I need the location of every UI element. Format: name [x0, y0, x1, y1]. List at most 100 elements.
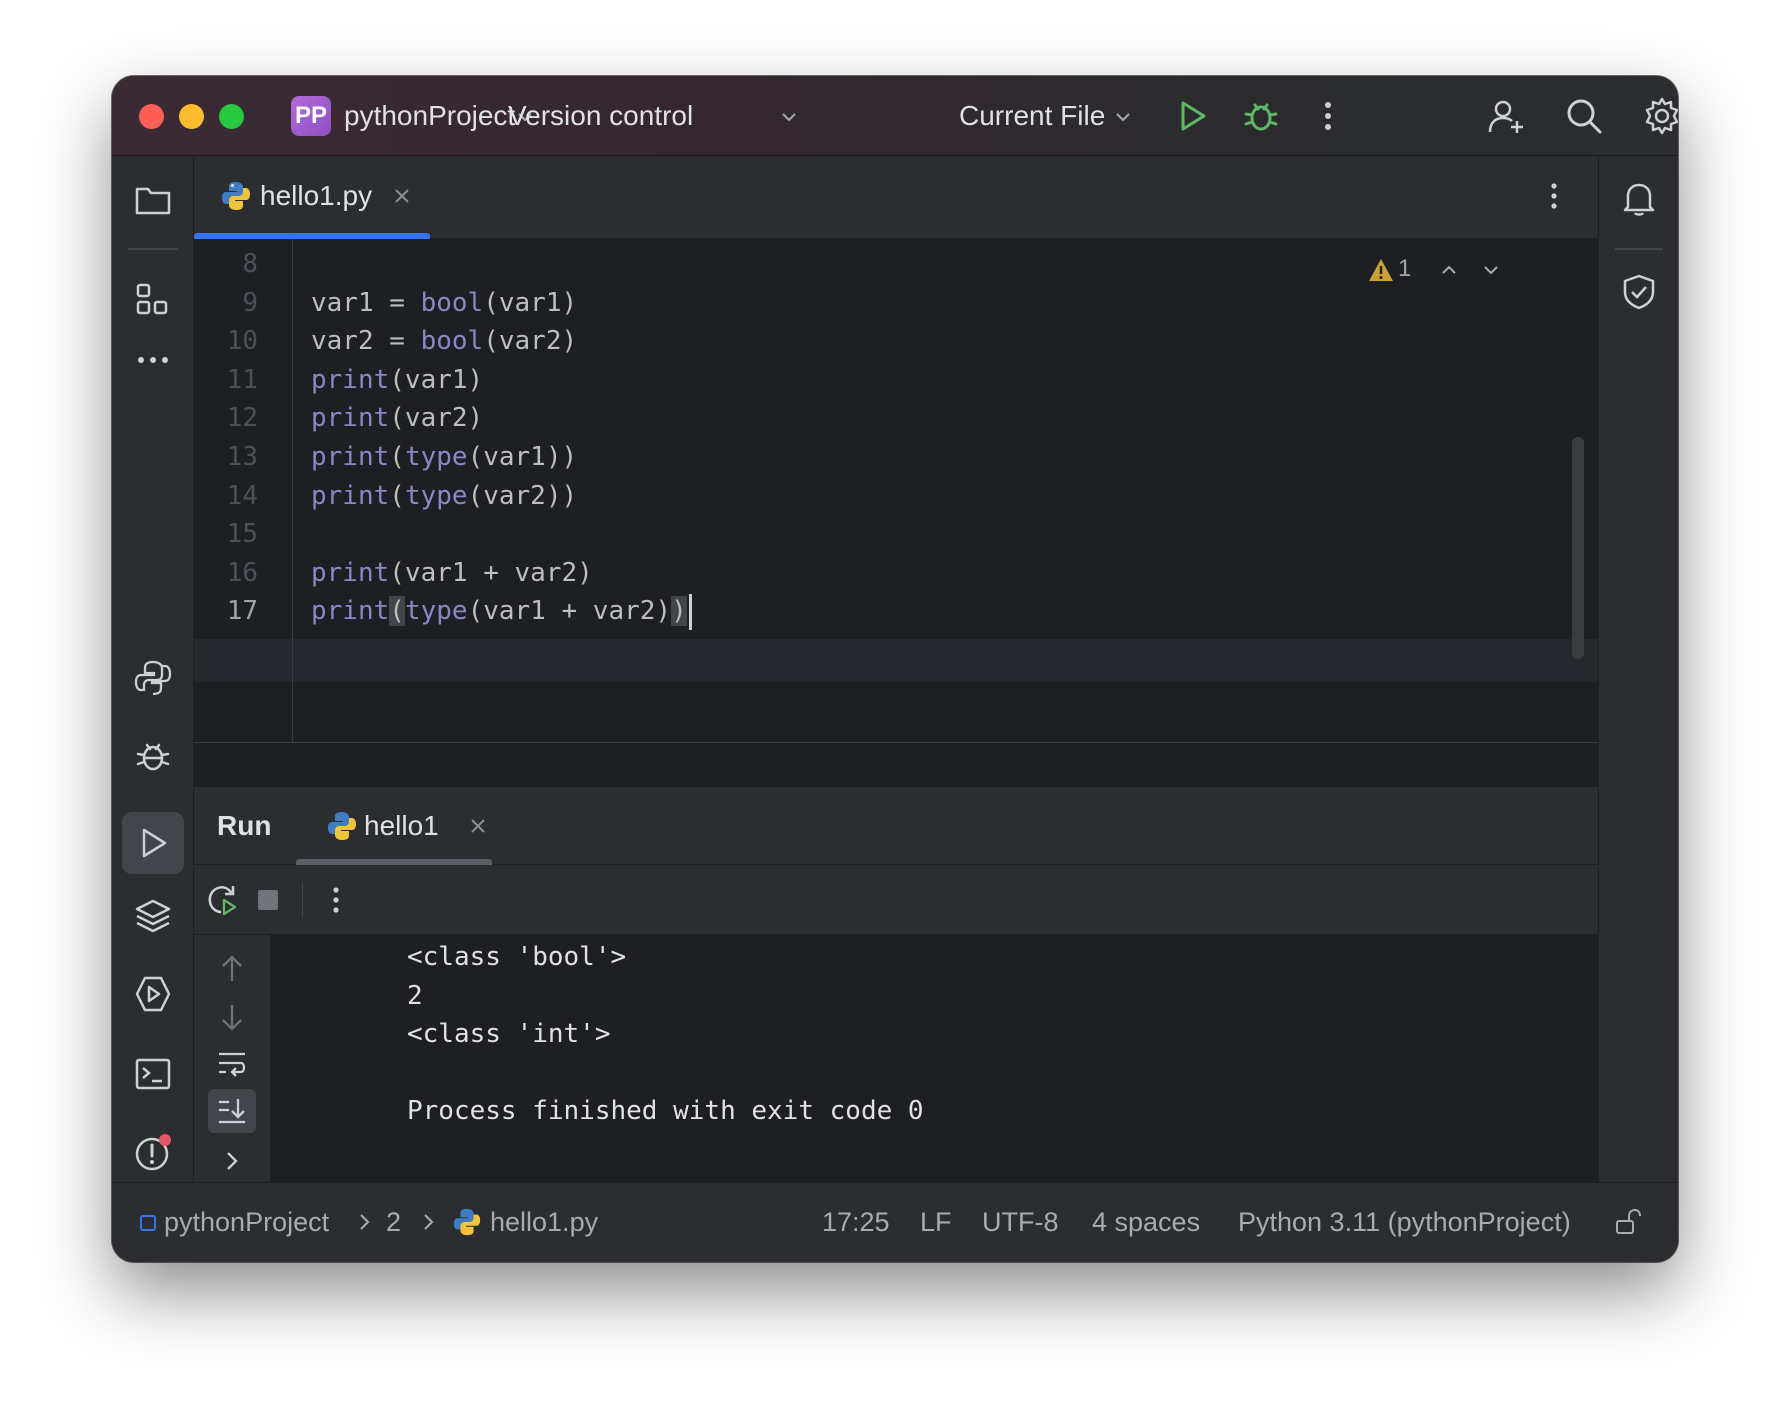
layers-icon[interactable] — [133, 896, 173, 936]
strip-separator — [1615, 248, 1663, 250]
ide-window: PP pythonProject Version control Current… — [112, 76, 1678, 1262]
run-tool-icon[interactable] — [133, 823, 173, 863]
python-interpreter[interactable]: Python 3.11 (pythonProject) — [1238, 1204, 1571, 1240]
keyword-token: bool — [420, 326, 484, 357]
run-tab-label: hello1 — [364, 810, 439, 841]
code-line[interactable]: 15 — [194, 512, 1598, 556]
project-folder-icon[interactable] — [133, 180, 173, 220]
unlock-icon[interactable] — [1612, 1207, 1642, 1237]
code-text: var2 = bool(var2) — [311, 319, 577, 363]
code-line[interactable]: 17 print(type(var1 + var2)) — [194, 589, 1598, 633]
editor-scrollbar[interactable] — [1572, 437, 1584, 659]
services-icon[interactable] — [133, 974, 173, 1014]
close-icon[interactable] — [466, 814, 490, 838]
chevron-down-icon[interactable] — [778, 106, 800, 128]
chevron-right-icon[interactable] — [214, 1143, 250, 1179]
breadcrumb-project[interactable]: pythonProject — [164, 1204, 329, 1240]
code-line[interactable]: 12 print(var2) — [194, 396, 1598, 440]
run-config-dropdown[interactable]: Current File — [959, 98, 1105, 134]
project-badge[interactable]: PP — [291, 96, 331, 136]
add-user-icon[interactable] — [1486, 96, 1526, 136]
zoom-window-button[interactable] — [219, 104, 244, 129]
code-line[interactable]: 10 var2 = bool(var2) — [194, 319, 1598, 363]
chevron-right-icon — [360, 1214, 370, 1230]
code-line[interactable]: 13 print(type(var1)) — [194, 435, 1598, 479]
code-line[interactable]: 11 print(var1) — [194, 358, 1598, 402]
editor-tab-bar: hello1.py — [194, 156, 1598, 239]
more-tools-icon[interactable] — [133, 340, 173, 380]
scroll-to-end-icon[interactable] — [214, 1093, 250, 1129]
indent-setting[interactable]: 4 spaces — [1092, 1204, 1200, 1240]
close-icon[interactable] — [390, 184, 414, 208]
more-options-icon[interactable] — [1308, 96, 1348, 136]
status-bar: pythonProject 2 hello1.py 17:25 LF UTF-8… — [112, 1182, 1678, 1262]
run-tab-hello1[interactable]: hello1 — [194, 787, 504, 865]
python-file-icon — [328, 812, 356, 840]
console-line: <class 'int'> — [407, 1019, 611, 1050]
editor-tab-hello1[interactable]: hello1.py — [194, 156, 430, 239]
security-shield-icon[interactable] — [1619, 272, 1659, 312]
project-name-dropdown[interactable]: pythonProject — [344, 98, 515, 134]
code-text: print(type(var1 + var2)) — [311, 589, 692, 633]
debug-icon[interactable] — [133, 736, 173, 776]
code-token: (var1)) — [467, 442, 578, 472]
code-token: (var1 + var2) — [467, 596, 672, 627]
debug-icon[interactable] — [1241, 96, 1281, 136]
line-number: 8 — [242, 249, 258, 279]
breadcrumb-file[interactable]: hello1.py — [490, 1204, 598, 1240]
keyword-token: print — [311, 596, 390, 627]
chevron-down-icon[interactable] — [1112, 106, 1134, 128]
code-editor[interactable]: 8 9 var1 = bool(var1) 10 var2 = bool(var2) 11… — [194, 239, 1598, 742]
settings-gear-icon[interactable] — [1642, 96, 1678, 136]
code-token: (var2) — [389, 403, 484, 434]
problems-icon[interactable] — [133, 1133, 173, 1173]
close-window-button[interactable] — [139, 104, 164, 129]
chevron-down-icon[interactable] — [1480, 259, 1502, 281]
arrow-down-icon[interactable] — [214, 999, 250, 1035]
search-icon[interactable] — [1564, 96, 1604, 136]
caret-position[interactable]: 17:25 — [822, 1204, 890, 1240]
code-token: ( — [389, 480, 405, 511]
arrow-up-icon[interactable] — [214, 951, 250, 987]
code-line[interactable]: 16 print(var1 + var2) — [194, 551, 1598, 595]
stop-icon[interactable] — [250, 882, 286, 918]
minimize-window-button[interactable] — [179, 104, 204, 129]
chevron-up-icon[interactable] — [1438, 259, 1460, 281]
python-console-icon[interactable] — [133, 658, 173, 698]
code-text: print(type(var2)) — [311, 474, 577, 518]
code-token: (var1) — [483, 287, 578, 318]
keyword-token: print — [311, 403, 390, 434]
notifications-bell-icon[interactable] — [1619, 178, 1659, 218]
text-caret — [688, 593, 692, 630]
toolbar-separator — [302, 883, 303, 917]
console-line: <class 'bool'> — [407, 942, 627, 972]
console-output[interactable]: <class 'bool'> 2 <class 'int'> Process fini… — [270, 935, 1598, 1182]
more-options-icon[interactable] — [318, 882, 354, 918]
line-number: 12 — [226, 403, 258, 434]
structure-icon[interactable] — [133, 280, 173, 320]
keyword-token: print — [311, 364, 390, 395]
more-options-icon[interactable] — [1536, 178, 1572, 214]
code-text: print(var2) — [311, 396, 483, 440]
rerun-icon[interactable] — [204, 882, 240, 918]
code-line[interactable]: 9 var1 = bool(var1) — [194, 281, 1598, 325]
run-panel-header: Run hello1 — [194, 787, 1598, 865]
code-token: (var2)) — [467, 480, 578, 511]
file-encoding[interactable]: UTF-8 — [982, 1204, 1059, 1240]
run-icon[interactable] — [1172, 96, 1212, 136]
inspection-widget[interactable]: 1 — [1368, 251, 1508, 287]
keyword-token: type — [404, 596, 468, 627]
version-control-dropdown[interactable]: Version control — [508, 98, 693, 134]
code-line[interactable]: 14 print(type(var2)) — [194, 474, 1598, 518]
module-icon — [140, 1215, 156, 1231]
breadcrumb-folder[interactable]: 2 — [386, 1204, 401, 1240]
keyword-token: bool — [420, 287, 484, 318]
line-number: 9 — [242, 287, 258, 318]
line-separator[interactable]: LF — [920, 1204, 952, 1240]
code-token: var2 = — [311, 326, 421, 357]
code-token: ( — [389, 596, 405, 627]
terminal-icon[interactable] — [133, 1054, 173, 1094]
keyword-token: print — [311, 480, 390, 511]
inspection-count: 1 — [1398, 255, 1412, 282]
soft-wrap-icon[interactable] — [214, 1045, 250, 1081]
